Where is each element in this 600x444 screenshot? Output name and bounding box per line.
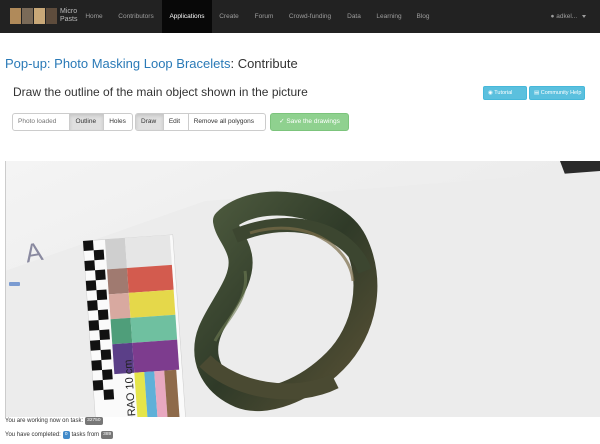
nav-data[interactable]: Data (341, 0, 367, 33)
nav-learning[interactable]: Learning (370, 0, 408, 33)
logo-tile (46, 8, 57, 24)
tutorial-label: Tutorial (494, 90, 513, 96)
nav-home[interactable]: Home (80, 0, 108, 33)
completed-count-badge: 0 (62, 431, 70, 439)
user-icon: ● (550, 13, 555, 20)
task-status-line: You are working now on task: 32750 (5, 417, 105, 425)
brand-text: Micro Pasts (60, 8, 78, 23)
edit-button[interactable]: Edit (164, 114, 189, 130)
progress-status-line: You have completed: 0 tasks from 389 (5, 431, 115, 439)
layer-button-group: Photo loaded Outline Holes (12, 113, 133, 131)
nav-blog[interactable]: Blog (410, 0, 436, 33)
artifact-photo-canvas[interactable]: A FRAO 10 cm (5, 161, 600, 417)
canvas-left-edge (5, 161, 6, 417)
working-text: You are working now on task: (5, 418, 84, 424)
photo-loaded-indicator: Photo loaded (13, 114, 71, 130)
nav-forum[interactable]: Forum (249, 0, 279, 33)
colour-scale-bar: FRAO 10 cm (82, 234, 187, 417)
save-label: Save the drawings (286, 118, 340, 125)
project-link[interactable]: Pop-up: Photo Masking Loop Bracelets (5, 56, 230, 71)
nav-create[interactable]: Create (214, 0, 244, 33)
save-drawings-button[interactable]: ✓ Save the drawings (270, 113, 349, 131)
remove-all-polygons-button[interactable]: Remove all polygons (189, 114, 265, 130)
user-name: adkel... (556, 13, 578, 20)
draw-button[interactable]: Draw (136, 114, 164, 130)
save-icon: ✓ (279, 118, 285, 125)
tutorial-button[interactable]: ◉ Tutorial (483, 86, 527, 100)
total-tasks-badge: 389 (101, 431, 114, 439)
community-help-label: Community Help (540, 90, 582, 96)
title-suffix: : Contribute (230, 56, 298, 71)
logo-tile (10, 8, 21, 24)
canvas-scroll-handle[interactable] (9, 282, 20, 286)
logo-tile (22, 8, 33, 24)
completed-text: You have completed: (5, 432, 61, 438)
task-heading: Draw the outline of the main object show… (13, 85, 308, 99)
caret-down-icon (582, 14, 586, 18)
mode-button-group: Draw Edit Remove all polygons (135, 113, 266, 131)
brand-logo[interactable]: Micro Pasts (10, 6, 82, 26)
task-id-badge: 32750 (85, 417, 103, 425)
user-menu[interactable]: ● adkel... (550, 0, 586, 33)
nav-contributors[interactable]: Contributors (112, 0, 160, 33)
eye-icon: ◉ (488, 90, 493, 96)
holes-button[interactable]: Holes (104, 114, 132, 130)
community-help-button[interactable]: ▤ Community Help (529, 86, 585, 100)
document-icon: ▤ (534, 90, 540, 96)
logo-tile (34, 8, 45, 24)
tasks-from-text: tasks from (71, 432, 100, 438)
outline-button[interactable]: Outline (70, 114, 105, 130)
page-title: Pop-up: Photo Masking Loop Bracelets: Co… (5, 56, 298, 71)
nav-crowd-funding[interactable]: Crowd-funding (283, 0, 337, 33)
nav-applications[interactable]: Applications (162, 0, 212, 33)
top-navbar: Micro Pasts Home Contributors Applicatio… (0, 0, 600, 33)
artifact-photo: A FRAO 10 cm (5, 161, 600, 417)
